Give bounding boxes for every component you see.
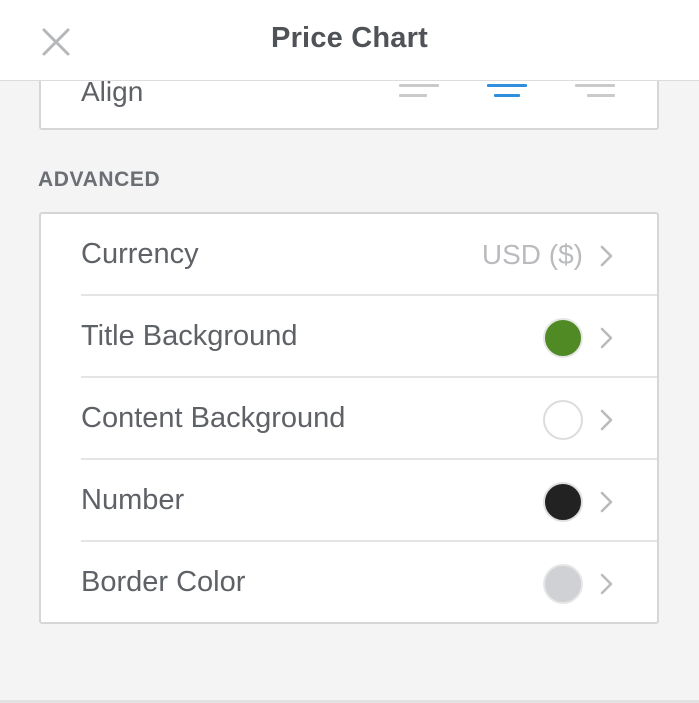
section-heading-advanced: ADVANCED — [38, 168, 161, 191]
price-chart-settings-panel: Price Chart Align ADVANCED Currency USD … — [0, 0, 699, 703]
row-label: Number — [81, 484, 185, 516]
row-label: Currency — [81, 238, 199, 270]
row-label: Border Color — [81, 566, 246, 598]
color-swatch — [543, 318, 583, 358]
row-label: Title Background — [81, 320, 298, 352]
row-label: Content Background — [81, 402, 346, 434]
currency-value: USD ($) — [481, 239, 583, 270]
chevron-right-icon — [600, 573, 613, 595]
page-title: Price Chart — [271, 22, 428, 54]
chevron-right-icon — [600, 245, 613, 267]
border-color-row[interactable]: Border Color — [41, 542, 657, 624]
advanced-settings-card: Currency USD ($) Title Background Conten… — [39, 212, 659, 624]
align-right-button[interactable] — [575, 84, 619, 106]
align-center-button[interactable] — [487, 84, 531, 106]
chevron-right-icon — [600, 327, 613, 349]
chevron-right-icon — [600, 409, 613, 431]
chevron-right-icon — [600, 491, 613, 513]
color-swatch — [543, 400, 583, 440]
color-swatch — [543, 482, 583, 522]
content-background-row[interactable]: Content Background — [41, 378, 657, 460]
title-background-row[interactable]: Title Background — [41, 296, 657, 378]
color-swatch — [543, 564, 583, 604]
number-color-row[interactable]: Number — [41, 460, 657, 542]
header-bar: Price Chart — [0, 0, 699, 81]
currency-row[interactable]: Currency USD ($) — [41, 214, 657, 296]
align-left-button[interactable] — [399, 84, 443, 106]
